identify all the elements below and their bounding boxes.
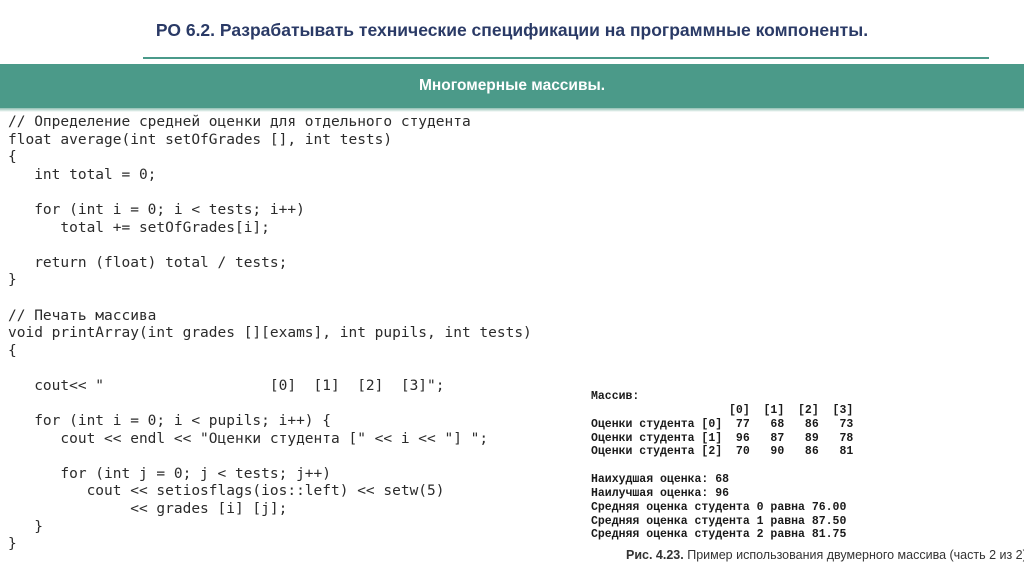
output-line: Средняя оценка студента 2 равна 81.75 bbox=[591, 528, 847, 542]
code-line: { bbox=[8, 342, 17, 359]
code-line: for (int i = 0; i < tests; i++) bbox=[8, 201, 305, 218]
output-line: Оценки студента [1] 96 87 89 78 bbox=[591, 431, 854, 445]
code-line: << grades [i] [j]; bbox=[8, 501, 288, 518]
figure-caption-text: Пример использования двумерного массива … bbox=[683, 548, 1024, 562]
code-listing: // Определение средней оценки для отдель… bbox=[8, 114, 532, 554]
output-line: Наилучшая оценка: 96 bbox=[591, 486, 730, 500]
code-line: } bbox=[8, 518, 43, 535]
output-line: Массив: bbox=[591, 390, 640, 403]
figure-caption: Рис. 4.23. Пример использования двумерно… bbox=[626, 548, 1024, 562]
output-line: Оценки студента [2] 70 90 86 81 bbox=[591, 445, 854, 459]
code-line: cout << endl << "Оценки студента [" << i… bbox=[8, 430, 489, 447]
title-divider bbox=[143, 57, 989, 59]
page-title: РО 6.2. Разрабатывать технические специф… bbox=[155, 20, 869, 40]
output-line: Средняя оценка студента 0 равна 76.00 bbox=[591, 500, 847, 514]
output-line: [0] [1] [2] [3] bbox=[591, 403, 854, 417]
section-title: Многомерные массивы. bbox=[418, 77, 606, 94]
program-output: Массив: [0] [1] [2] [3] Оценки студента [… bbox=[591, 390, 853, 542]
code-line: { bbox=[8, 149, 17, 166]
code-line: for (int i = 0; i < pupils; i++) { bbox=[8, 413, 332, 430]
code-line: float average(int setOfGrades [], int te… bbox=[8, 131, 393, 148]
output-line: Оценки студента [0] 77 68 86 73 bbox=[591, 417, 854, 431]
code-line: for (int j = 0; j < tests; j++) bbox=[8, 465, 332, 482]
code-line: int total = 0; bbox=[8, 166, 157, 183]
section-banner: Многомерные массивы. bbox=[0, 64, 1024, 108]
code-line: // Печать массива bbox=[8, 307, 157, 324]
code-line: cout << setiosflags(ios::left) << setw(5… bbox=[8, 483, 445, 500]
code-line: } bbox=[8, 536, 17, 553]
code-line: void printArray(int grades [][exams], in… bbox=[8, 325, 532, 342]
code-line: cout<< " [0] [1] [2] [3]"; bbox=[8, 377, 445, 394]
banner-shadow bbox=[0, 108, 1024, 112]
code-line: total += setOfGrades[i]; bbox=[8, 219, 270, 236]
code-line: return (float) total / tests; bbox=[8, 254, 288, 271]
figure-caption-label: Рис. 4.23. bbox=[626, 548, 684, 562]
code-line: // Определение средней оценки для отдель… bbox=[8, 114, 471, 130]
output-line: Средняя оценка студента 1 равна 87.50 bbox=[591, 514, 847, 528]
code-line: } bbox=[8, 272, 17, 289]
output-line: Наихудшая оценка: 68 bbox=[591, 473, 730, 487]
